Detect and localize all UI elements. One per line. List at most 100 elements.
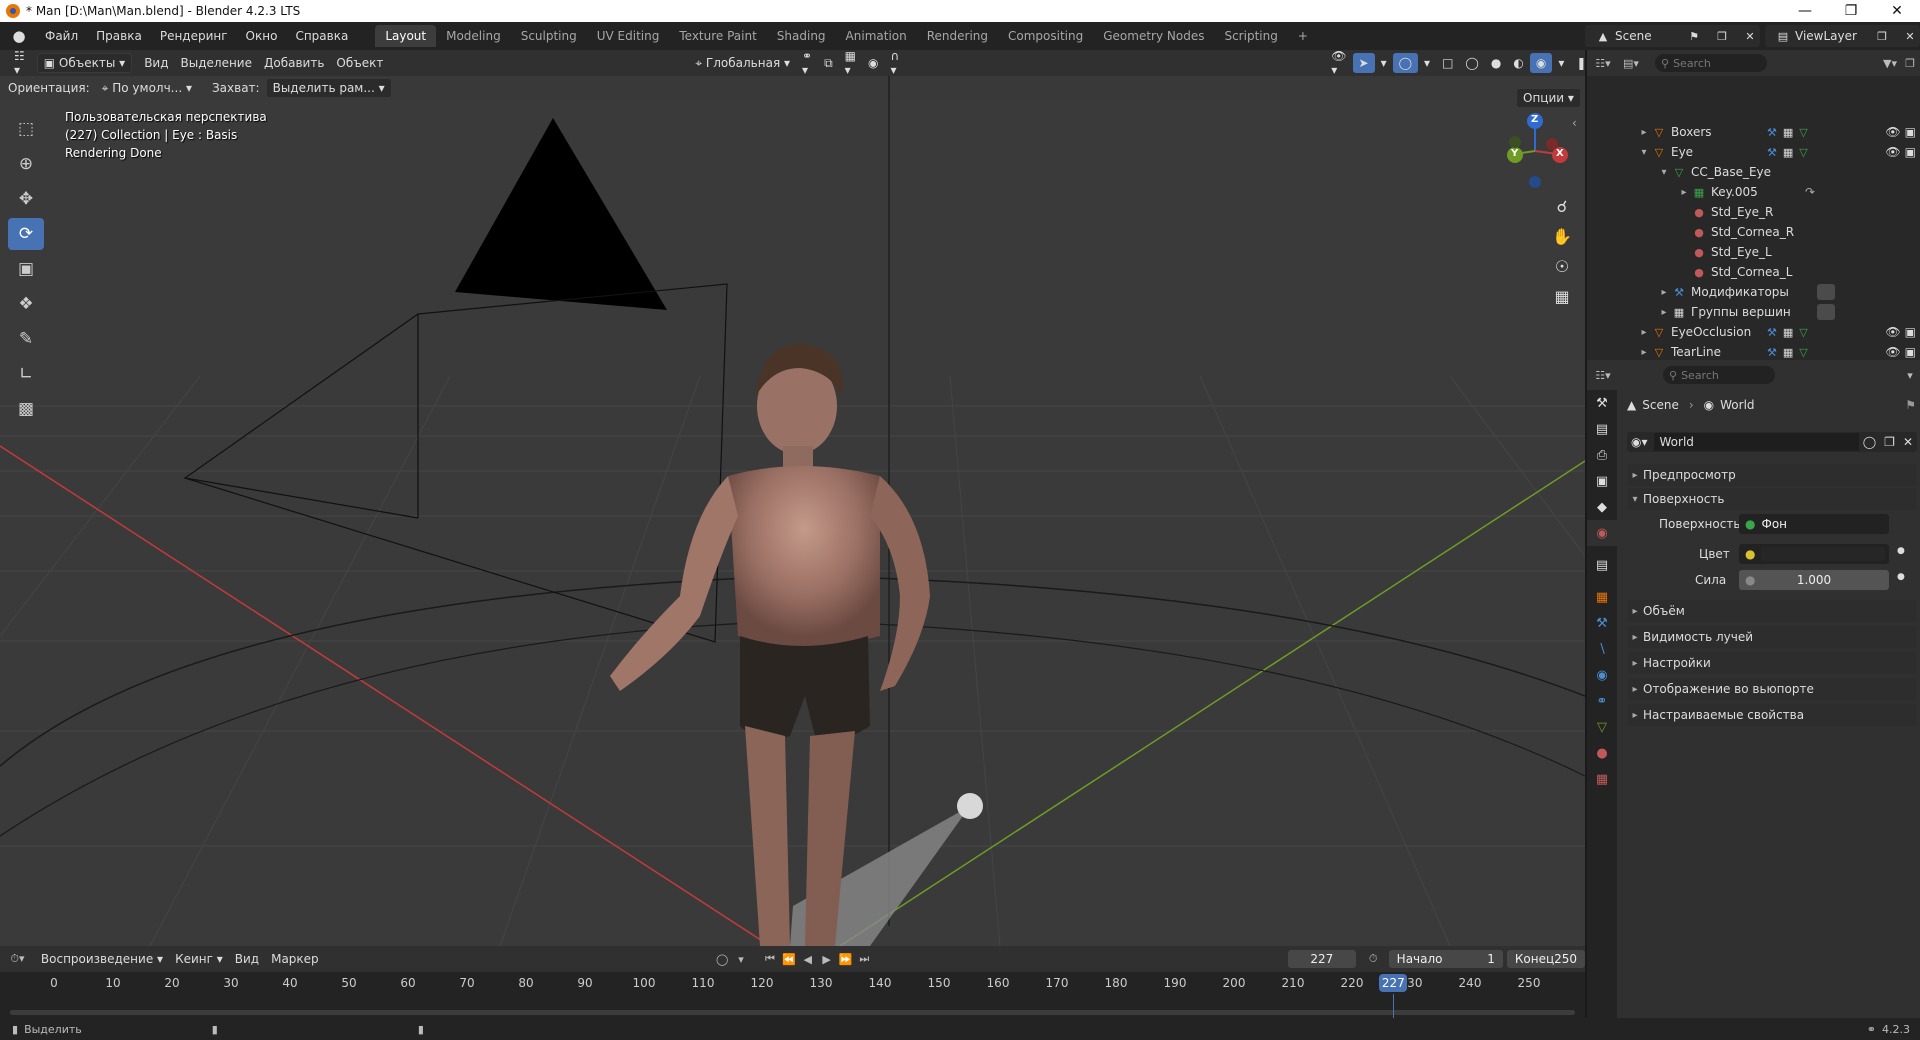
current-frame-field[interactable]: 227	[1287, 950, 1356, 968]
pin-icon[interactable]: ⚑	[1684, 27, 1704, 45]
measure-tool-icon[interactable]: ∟	[8, 358, 44, 390]
outliner-search-field[interactable]: ⚲ Search	[1655, 54, 1767, 72]
viewlayer-tab-icon[interactable]: ▣	[1587, 468, 1617, 494]
jump-end-icon[interactable]: ⏭	[855, 950, 874, 968]
strength-field[interactable]: ● 1.000	[1739, 570, 1889, 590]
mesh-data-icon[interactable]: ▽	[1799, 146, 1807, 159]
keying-menu[interactable]: Кеинг ▾	[169, 949, 229, 969]
timeline-ruler[interactable]: 0 10 20 30 40 50 60 70 80 90 100 110 120 130 140 150 160…	[0, 972, 1585, 1018]
chevron-right-icon[interactable]: ▸	[1637, 127, 1651, 138]
mesh-data-icon[interactable]: ▽	[1799, 326, 1807, 339]
tab-layout[interactable]: Layout	[375, 25, 437, 47]
modifier-tab-icon[interactable]: ⚒	[1587, 610, 1617, 636]
chevron-right-icon[interactable]: ▸	[1637, 347, 1651, 358]
ray-visibility-panel[interactable]: ▸ Видимость лучей	[1627, 626, 1917, 648]
delete-scene-icon[interactable]: ✕	[1740, 27, 1760, 45]
chevron-down-icon[interactable]: ▾	[1657, 167, 1671, 178]
select-box-tool-icon[interactable]: ⬚	[8, 113, 44, 145]
close-button[interactable]: ✕	[1874, 0, 1920, 22]
color-swatch[interactable]	[1761, 547, 1885, 561]
camera-icon[interactable]: ▣	[1905, 125, 1916, 139]
timeline-scrollbar[interactable]	[10, 1010, 1575, 1015]
strength-keyframe-icon[interactable]: ●	[1897, 572, 1905, 582]
timeline-view-menu[interactable]: Вид	[229, 949, 265, 969]
vertex-group-icon[interactable]: ▦	[1783, 126, 1793, 139]
auto-keying-icon[interactable]: ◯	[713, 950, 732, 968]
collection-tab-icon[interactable]: ▤	[1587, 552, 1617, 578]
new-viewlayer-icon[interactable]: ❐	[1872, 27, 1892, 45]
object-tab-icon[interactable]: ▦	[1587, 584, 1617, 610]
tab-geometry-nodes[interactable]: Geometry Nodes	[1093, 25, 1214, 47]
overlay-menu-icon[interactable]: ▾	[1418, 53, 1436, 73]
modifier-icon[interactable]: ⚒	[1767, 126, 1777, 139]
menu-render[interactable]: Рендеринг	[151, 25, 237, 47]
scene-selector[interactable]: ▲ Scene ⚑ ❐ ✕	[1585, 25, 1760, 47]
material-tab-icon[interactable]: ●	[1587, 740, 1617, 766]
color-field[interactable]: ●	[1739, 544, 1889, 564]
menu-edit[interactable]: Правка	[87, 25, 151, 47]
snap-target-icon[interactable]: ▦ ▾	[839, 49, 862, 77]
properties-editor-icon[interactable]: ☷▾	[1593, 366, 1613, 384]
gizmo-toggle-icon[interactable]: ➤	[1352, 53, 1375, 73]
world-tab-icon[interactable]: ◉	[1587, 520, 1617, 546]
duplicate-icon[interactable]: ❐	[1884, 435, 1895, 449]
physics-tab-icon[interactable]: ◉	[1587, 662, 1617, 688]
visibility-icon[interactable]: 👁 ▾	[1325, 49, 1352, 77]
world-browse-icon[interactable]: ◉▾	[1631, 435, 1648, 449]
color-keyframe-icon[interactable]: ●	[1897, 546, 1905, 556]
outliner-row[interactable]: ▸ ▽ TearLine ⚒ ▦ ▽ 👁 ▣	[1587, 342, 1920, 362]
jump-start-icon[interactable]: ⏮	[760, 950, 779, 968]
jump-prev-key-icon[interactable]: ⏪	[779, 950, 798, 968]
vertex-group-icon[interactable]: ▦	[1783, 346, 1793, 359]
playback-menu[interactable]: Воспроизведение ▾	[35, 949, 169, 969]
add-workspace-button[interactable]: +	[1288, 25, 1318, 47]
outliner-row[interactable]: ▾ ▽ Eye ⚒ ▦ ▽ 👁 ▣	[1587, 142, 1920, 162]
grid-view-icon[interactable]: ▦	[1548, 282, 1576, 310]
camera-view-icon[interactable]: ☉	[1548, 252, 1576, 280]
outliner-row[interactable]: ▸ ▽ Boxers ⚒ ▦ ▽ 👁 ▣	[1587, 122, 1920, 142]
minimize-button[interactable]: —	[1782, 0, 1828, 22]
surface-panel[interactable]: ▾ Поверхность	[1627, 488, 1917, 510]
constraints-tab-icon[interactable]: ⚭	[1587, 688, 1617, 714]
volume-panel[interactable]: ▸ Объём	[1627, 600, 1917, 622]
unlink-icon[interactable]: ✕	[1903, 435, 1913, 449]
chevron-right-icon[interactable]: ▸	[1637, 327, 1651, 338]
tab-compositing[interactable]: Compositing	[998, 25, 1093, 47]
stopwatch-icon[interactable]: ⏱	[1364, 950, 1383, 968]
proportional-edit-icon[interactable]: ◉	[862, 53, 884, 73]
start-frame-field[interactable]: Начало 1	[1388, 950, 1503, 968]
menu-file[interactable]: Файл	[36, 25, 87, 47]
tab-modeling[interactable]: Modeling	[436, 25, 511, 47]
material-shading-icon[interactable]: ◐	[1507, 53, 1529, 73]
mode-selector[interactable]: ▣ Объекты ▾	[36, 53, 133, 73]
solid-shading-icon[interactable]: ●	[1485, 53, 1507, 73]
particles-tab-icon[interactable]: ∖	[1587, 636, 1617, 662]
preview-panel[interactable]: ▸ Предпросмотр	[1627, 464, 1917, 486]
tab-animation[interactable]: Animation	[836, 25, 917, 47]
pin-icon[interactable]: ⚑	[1905, 398, 1916, 412]
wireframe-shading-icon[interactable]: ◯	[1459, 53, 1484, 73]
tab-uv-editing[interactable]: UV Editing	[587, 25, 670, 47]
display-mode-icon[interactable]: ▤▾	[1621, 54, 1641, 72]
chevron-right-icon[interactable]: ▸	[1657, 287, 1671, 298]
zoom-icon[interactable]: ☌	[1548, 192, 1576, 220]
render-tab-icon[interactable]: ▤	[1587, 416, 1617, 442]
pan-hand-icon[interactable]: ✋	[1548, 222, 1576, 250]
vertex-group-icon[interactable]: ▦	[1783, 146, 1793, 159]
outliner-row[interactable]: ● Std_Cornea_L	[1587, 262, 1920, 282]
tab-shading[interactable]: Shading	[767, 25, 836, 47]
mesh-data-icon[interactable]: ▽	[1799, 126, 1807, 139]
eye-icon[interactable]: 👁	[1885, 145, 1900, 159]
add-menu[interactable]: Добавить	[258, 53, 330, 73]
shading-menu-icon[interactable]: ▾	[1552, 53, 1570, 73]
tab-texture-paint[interactable]: Texture Paint	[669, 25, 766, 47]
chevron-right-icon[interactable]: ▸	[1657, 307, 1671, 318]
viewport-display-panel[interactable]: ▸ Отображение во вьюпорте	[1627, 678, 1917, 700]
world-datablock[interactable]: ◉▾ World ◯ ❐ ✕	[1627, 432, 1917, 452]
xray-icon[interactable]: □	[1436, 53, 1459, 73]
eye-icon[interactable]: 👁	[1885, 345, 1900, 359]
fake-user-icon[interactable]: ◯	[1863, 435, 1876, 449]
light-object[interactable]	[957, 793, 983, 819]
falloff-icon[interactable]: ∩ ▾	[884, 49, 905, 77]
3d-viewport[interactable]: Пользовательская перспектива (227) Colle…	[0, 76, 1585, 946]
